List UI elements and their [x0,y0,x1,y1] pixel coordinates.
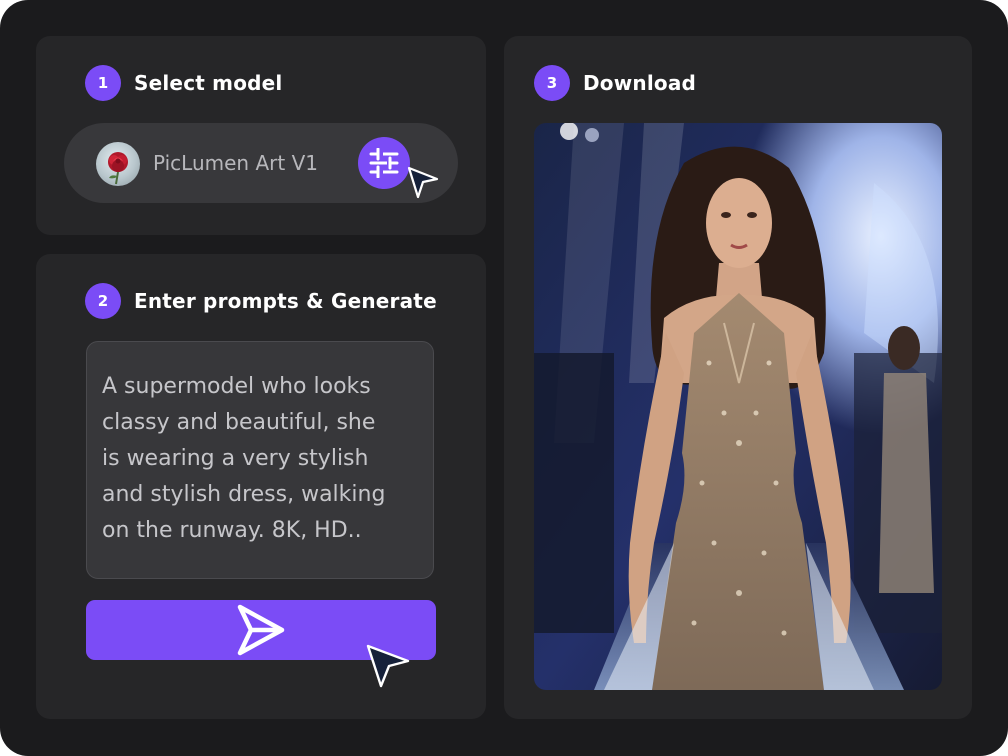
step-2-header: 2 Enter prompts & Generate [85,283,437,319]
model-selector[interactable]: PicLumen Art V1 [64,123,458,203]
step-number-badge: 1 [85,65,121,101]
rose-icon [96,142,140,186]
step-number-badge: 2 [85,283,121,319]
cursor-icon [407,166,439,199]
app-frame: 1 Select model PicLumen Art V1 2 Enter p… [0,0,1008,756]
prompt-text: A supermodel who looks classy and beauti… [102,374,386,543]
step-1-header: 1 Select model [85,65,282,101]
model-settings-button[interactable] [358,137,410,189]
step-title: Select model [134,71,283,95]
model-name: PicLumen Art V1 [153,151,318,175]
sliders-icon [369,148,399,178]
step-title: Download [583,71,697,95]
cursor-icon [366,644,410,688]
step-title: Enter prompts & Generate [134,289,437,313]
send-icon [237,604,285,656]
prompt-input[interactable]: A supermodel who looks classy and beauti… [86,341,434,579]
step-number-badge: 3 [534,65,570,101]
generated-image[interactable] [534,123,942,690]
step-3-header: 3 Download [534,65,696,101]
